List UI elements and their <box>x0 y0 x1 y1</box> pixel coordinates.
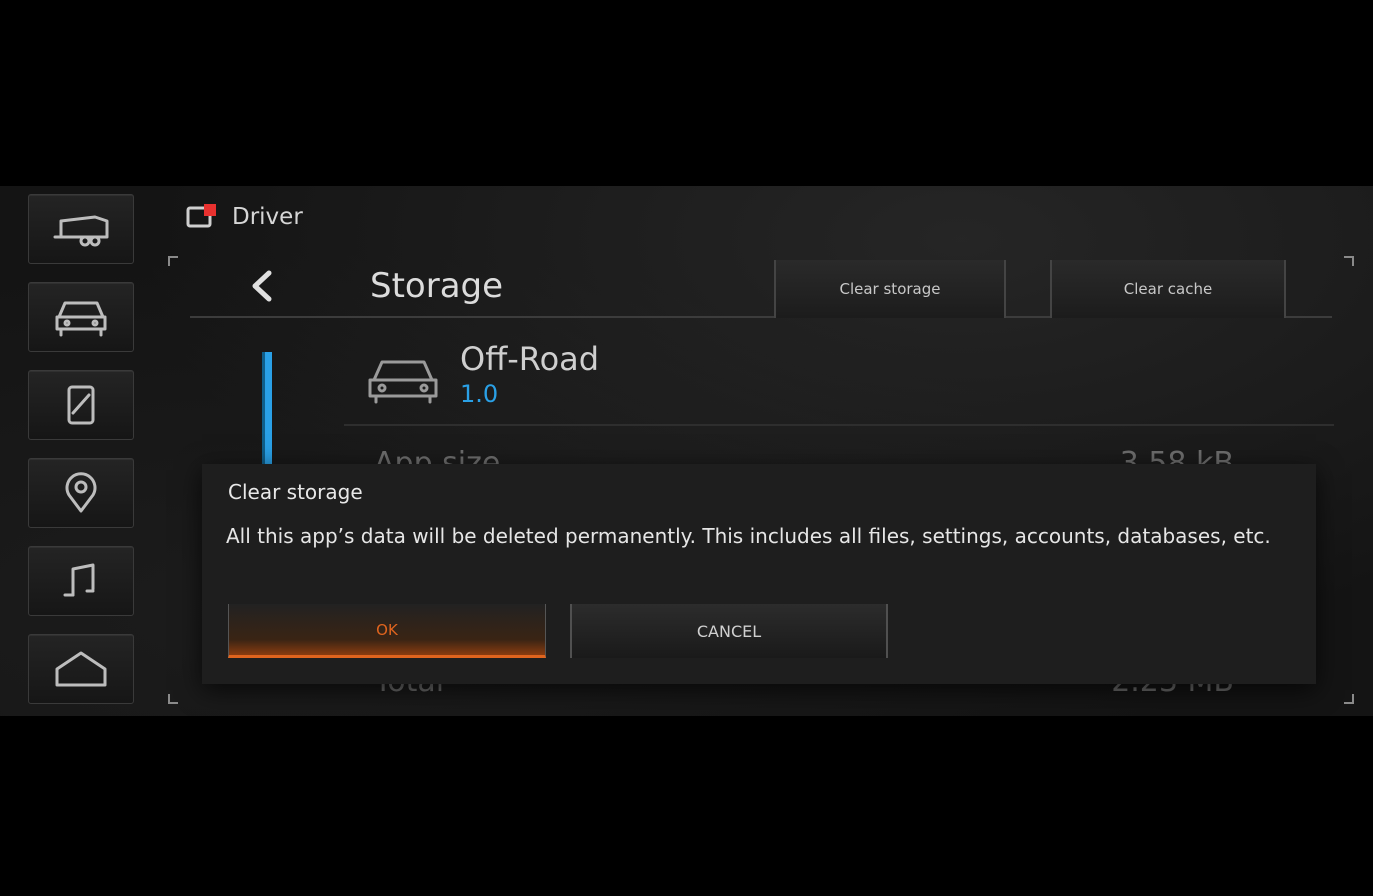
panel-corner <box>168 256 178 266</box>
vehicle-icon <box>55 301 107 337</box>
clear-storage-button[interactable]: Clear storage <box>774 260 1006 318</box>
music-note-icon <box>63 563 95 597</box>
trailer-icon <box>53 215 109 247</box>
chevron-left-icon <box>252 270 272 302</box>
navigation-pin-icon <box>65 472 97 513</box>
dialog-title: Clear storage <box>228 480 363 504</box>
status-bar: Driver <box>186 200 303 234</box>
home-icon <box>55 651 107 687</box>
ok-button[interactable]: OK <box>228 604 546 658</box>
clear-storage-dialog: Clear storage All this app’s data will b… <box>202 464 1316 684</box>
back-button[interactable] <box>242 264 282 308</box>
phone-icon <box>67 385 95 425</box>
scroll-indicator[interactable] <box>262 352 272 472</box>
dock-phone-button[interactable] <box>28 370 134 440</box>
panel-corner <box>1344 256 1354 266</box>
app-dock <box>28 194 136 714</box>
divider <box>344 424 1334 426</box>
page-title: Storage <box>370 266 504 306</box>
app-version: 1.0 <box>460 380 499 408</box>
panel-corner <box>168 694 178 704</box>
vehicle-icon <box>368 360 438 404</box>
app-name: Off-Road <box>460 340 600 378</box>
storage-header: Storage Clear storage Clear cache <box>190 256 1332 318</box>
driver-profile-icon <box>186 204 216 230</box>
cancel-button[interactable]: CANCEL <box>570 604 888 658</box>
clear-cache-button[interactable]: Clear cache <box>1050 260 1286 318</box>
dock-trailer-button[interactable] <box>28 194 134 264</box>
panel-corner <box>1344 694 1354 704</box>
profile-label[interactable]: Driver <box>232 204 303 230</box>
dock-music-button[interactable] <box>28 546 134 616</box>
dialog-message: All this app’s data will be deleted perm… <box>226 524 1271 548</box>
dock-home-button[interactable] <box>28 634 134 704</box>
dock-navigation-button[interactable] <box>28 458 134 528</box>
dock-vehicle-button[interactable] <box>28 282 134 352</box>
